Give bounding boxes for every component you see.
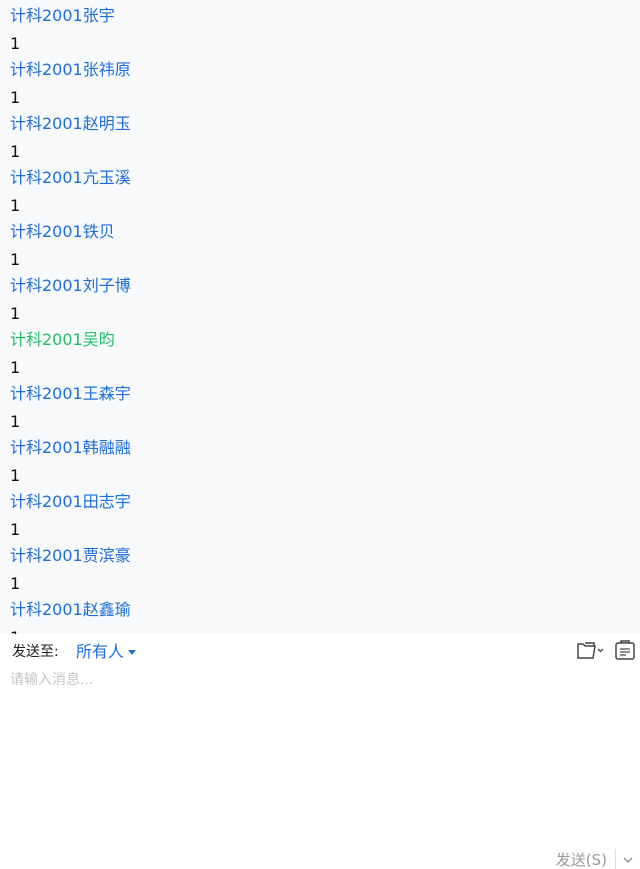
- message-sender[interactable]: 计科2001贾滨豪: [10, 545, 131, 567]
- message-sender[interactable]: 计科2001刘子博: [10, 275, 131, 297]
- message-sender[interactable]: 计科2001张宇: [10, 5, 115, 27]
- message-content: 1: [10, 412, 21, 431]
- message-sender[interactable]: 计科2001吴昀: [10, 329, 115, 351]
- message-sender[interactable]: 计科2001亢玉溪: [10, 167, 131, 189]
- folder-icon: [577, 642, 604, 659]
- chevron-down-icon: [623, 857, 633, 863]
- message-sender[interactable]: 计科2001田志宇: [10, 491, 131, 513]
- chat-message: 计科2001王森宇 1: [0, 378, 640, 432]
- chat-message-list[interactable]: 计科2001张宇 1 计科2001张祎原 1 计科2001赵明玉 1 计科2001亢玉溪 1 计…: [0, 0, 640, 634]
- message-content: 1: [10, 358, 21, 377]
- message-content: 1: [10, 250, 21, 269]
- message-content: 1: [10, 574, 21, 593]
- send-button[interactable]: 发送(S): [556, 850, 615, 869]
- message-content: 1: [10, 196, 21, 215]
- chat-message: 计科2001贾滨豪 1: [0, 540, 640, 594]
- message-content: 1: [10, 520, 21, 539]
- chat-message: 计科2001亢玉溪 1: [0, 162, 640, 216]
- message-sender[interactable]: 计科2001赵鑫瑜: [10, 599, 131, 621]
- chat-message: 计科2001吴昀 1: [0, 324, 640, 378]
- chat-message: 计科2001刘子博 1: [0, 270, 640, 324]
- message-content: 1: [10, 142, 21, 161]
- message-content: 1: [10, 88, 21, 107]
- chat-message: 计科2001铁贝 1: [0, 216, 640, 270]
- chat-message: 计科2001赵鑫瑜 1: [0, 594, 640, 634]
- message-sender[interactable]: 计科2001王森宇: [10, 383, 131, 405]
- file-button[interactable]: [576, 639, 606, 661]
- message-sender[interactable]: 计科2001张祎原: [10, 59, 131, 81]
- composer-toolbar: [576, 639, 636, 661]
- message-content: 1: [10, 304, 21, 323]
- message-content: 1: [10, 466, 21, 485]
- recipient-value: 所有人: [76, 642, 125, 661]
- chat-window: 计科2001张宇 1 计科2001张祎原 1 计科2001赵明玉 1 计科2001亢玉溪 1 计…: [0, 0, 640, 869]
- chat-message: 计科2001韩融融 1: [0, 432, 640, 486]
- announcement-icon: [615, 640, 635, 660]
- announcement-button[interactable]: [614, 639, 636, 661]
- chat-message: 计科2001田志宇 1: [0, 486, 640, 540]
- message-sender[interactable]: 计科2001韩融融: [10, 437, 131, 459]
- send-area: 发送(S): [556, 848, 634, 869]
- message-content: 1: [10, 34, 21, 53]
- chat-message: 计科2001赵明玉 1: [0, 108, 640, 162]
- caret-down-icon: [128, 650, 137, 655]
- message-composer: 发送至: 所有人 请输入消息... 发送(S): [0, 634, 640, 869]
- message-sender[interactable]: 计科2001赵明玉: [10, 113, 131, 135]
- message-content: 1: [10, 627, 20, 634]
- send-to-label: 发送至:: [12, 644, 59, 660]
- chat-message: 计科2001张祎原 1: [0, 54, 640, 108]
- message-input[interactable]: [10, 670, 630, 830]
- send-options-button[interactable]: [616, 854, 634, 866]
- message-sender[interactable]: 计科2001铁贝: [10, 221, 115, 243]
- recipient-dropdown[interactable]: 所有人: [76, 641, 137, 663]
- send-to-row: 发送至: 所有人: [0, 634, 640, 670]
- chat-message: 计科2001张宇 1: [0, 0, 640, 54]
